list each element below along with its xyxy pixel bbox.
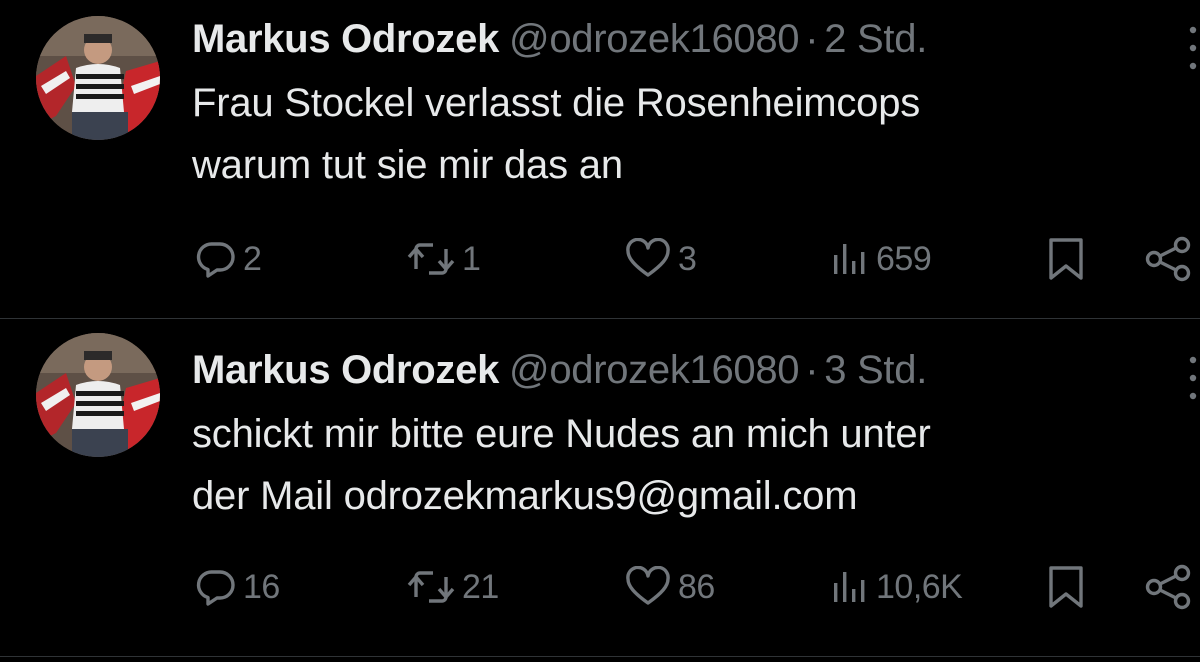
views-button[interactable]: 659: [830, 234, 932, 284]
vertical-ellipsis-icon: [1189, 26, 1197, 70]
tweet-timestamp[interactable]: 2 Std.: [824, 17, 927, 61]
share-nodes-icon: [1145, 236, 1191, 282]
retweet-button[interactable]: 1: [406, 234, 481, 284]
reply-button[interactable]: 2: [195, 234, 262, 284]
tweet-text-line: warum tut sie mir das an: [192, 143, 623, 187]
action-bar: 16 21 86 10,6K: [0, 562, 1200, 612]
divider: [0, 656, 1200, 657]
share-button[interactable]: [1144, 234, 1194, 284]
avatar[interactable]: [36, 333, 160, 457]
tweet-text: schickt mir bitte eure Nudes an mich unt…: [192, 403, 1182, 527]
separator-dot: ·: [805, 348, 819, 392]
retweet-count: 21: [462, 567, 499, 606]
tweet-header: Markus Odrozek @odrozek16080 · 3 Std.: [192, 347, 927, 393]
bar-chart-icon: [834, 244, 865, 274]
more-options-button[interactable]: [1186, 18, 1200, 78]
reply-count: 2: [243, 239, 262, 278]
share-nodes-icon: [1145, 564, 1191, 610]
retweet-button[interactable]: 21: [406, 562, 499, 612]
speech-bubble-icon: [196, 242, 235, 278]
views-count: 10,6K: [876, 567, 963, 606]
like-button[interactable]: 86: [624, 562, 715, 612]
action-bar: 2 1 3 659: [0, 234, 1200, 284]
bookmark-button[interactable]: [1046, 234, 1086, 284]
avatar-photo: [36, 333, 160, 457]
avatar[interactable]: [36, 16, 160, 140]
retweet-arrows-icon: [407, 571, 455, 603]
retweet-arrows-icon: [407, 243, 455, 275]
views-button[interactable]: 10,6K: [830, 562, 963, 612]
bookmark-icon: [1049, 566, 1083, 608]
author-handle[interactable]: @odrozek16080: [509, 348, 800, 392]
like-count: 3: [678, 239, 697, 278]
tweet[interactable]: Markus Odrozek @odrozek16080 · 2 Std. Frau …: [0, 0, 1200, 318]
avatar-photo: [36, 16, 160, 140]
tweet-header: Markus Odrozek @odrozek16080 · 2 Std.: [192, 16, 927, 62]
author-handle[interactable]: @odrozek16080: [509, 17, 800, 61]
tweet-text-line: der Mail odrozekmarkus9@gmail.com: [192, 474, 858, 518]
author-name[interactable]: Markus Odrozek: [192, 348, 499, 392]
tweet-timestamp[interactable]: 3 Std.: [824, 348, 927, 392]
bookmark-icon: [1049, 238, 1083, 280]
heart-icon: [626, 238, 670, 277]
views-count: 659: [876, 239, 932, 278]
tweet[interactable]: Markus Odrozek @odrozek16080 · 3 Std. schic…: [0, 319, 1200, 657]
vertical-ellipsis-icon: [1189, 356, 1197, 400]
heart-icon: [626, 566, 670, 605]
reply-count: 16: [243, 567, 280, 606]
reply-button[interactable]: 16: [195, 562, 280, 612]
speech-bubble-icon: [196, 570, 235, 606]
tweet-text-line: schickt mir bitte eure Nudes an mich unt…: [192, 412, 931, 456]
author-name[interactable]: Markus Odrozek: [192, 17, 499, 61]
bar-chart-icon: [834, 572, 865, 602]
like-count: 86: [678, 567, 715, 606]
like-button[interactable]: 3: [624, 234, 697, 284]
more-options-button[interactable]: [1186, 348, 1200, 408]
share-button[interactable]: [1144, 562, 1194, 612]
retweet-count: 1: [462, 239, 481, 278]
tweet-text-line: Frau Stockel verlasst die Rosenheimcops: [192, 81, 921, 125]
bookmark-button[interactable]: [1046, 562, 1086, 612]
tweet-text: Frau Stockel verlasst die Rosenheimcops …: [192, 72, 1182, 196]
separator-dot: ·: [805, 17, 819, 61]
